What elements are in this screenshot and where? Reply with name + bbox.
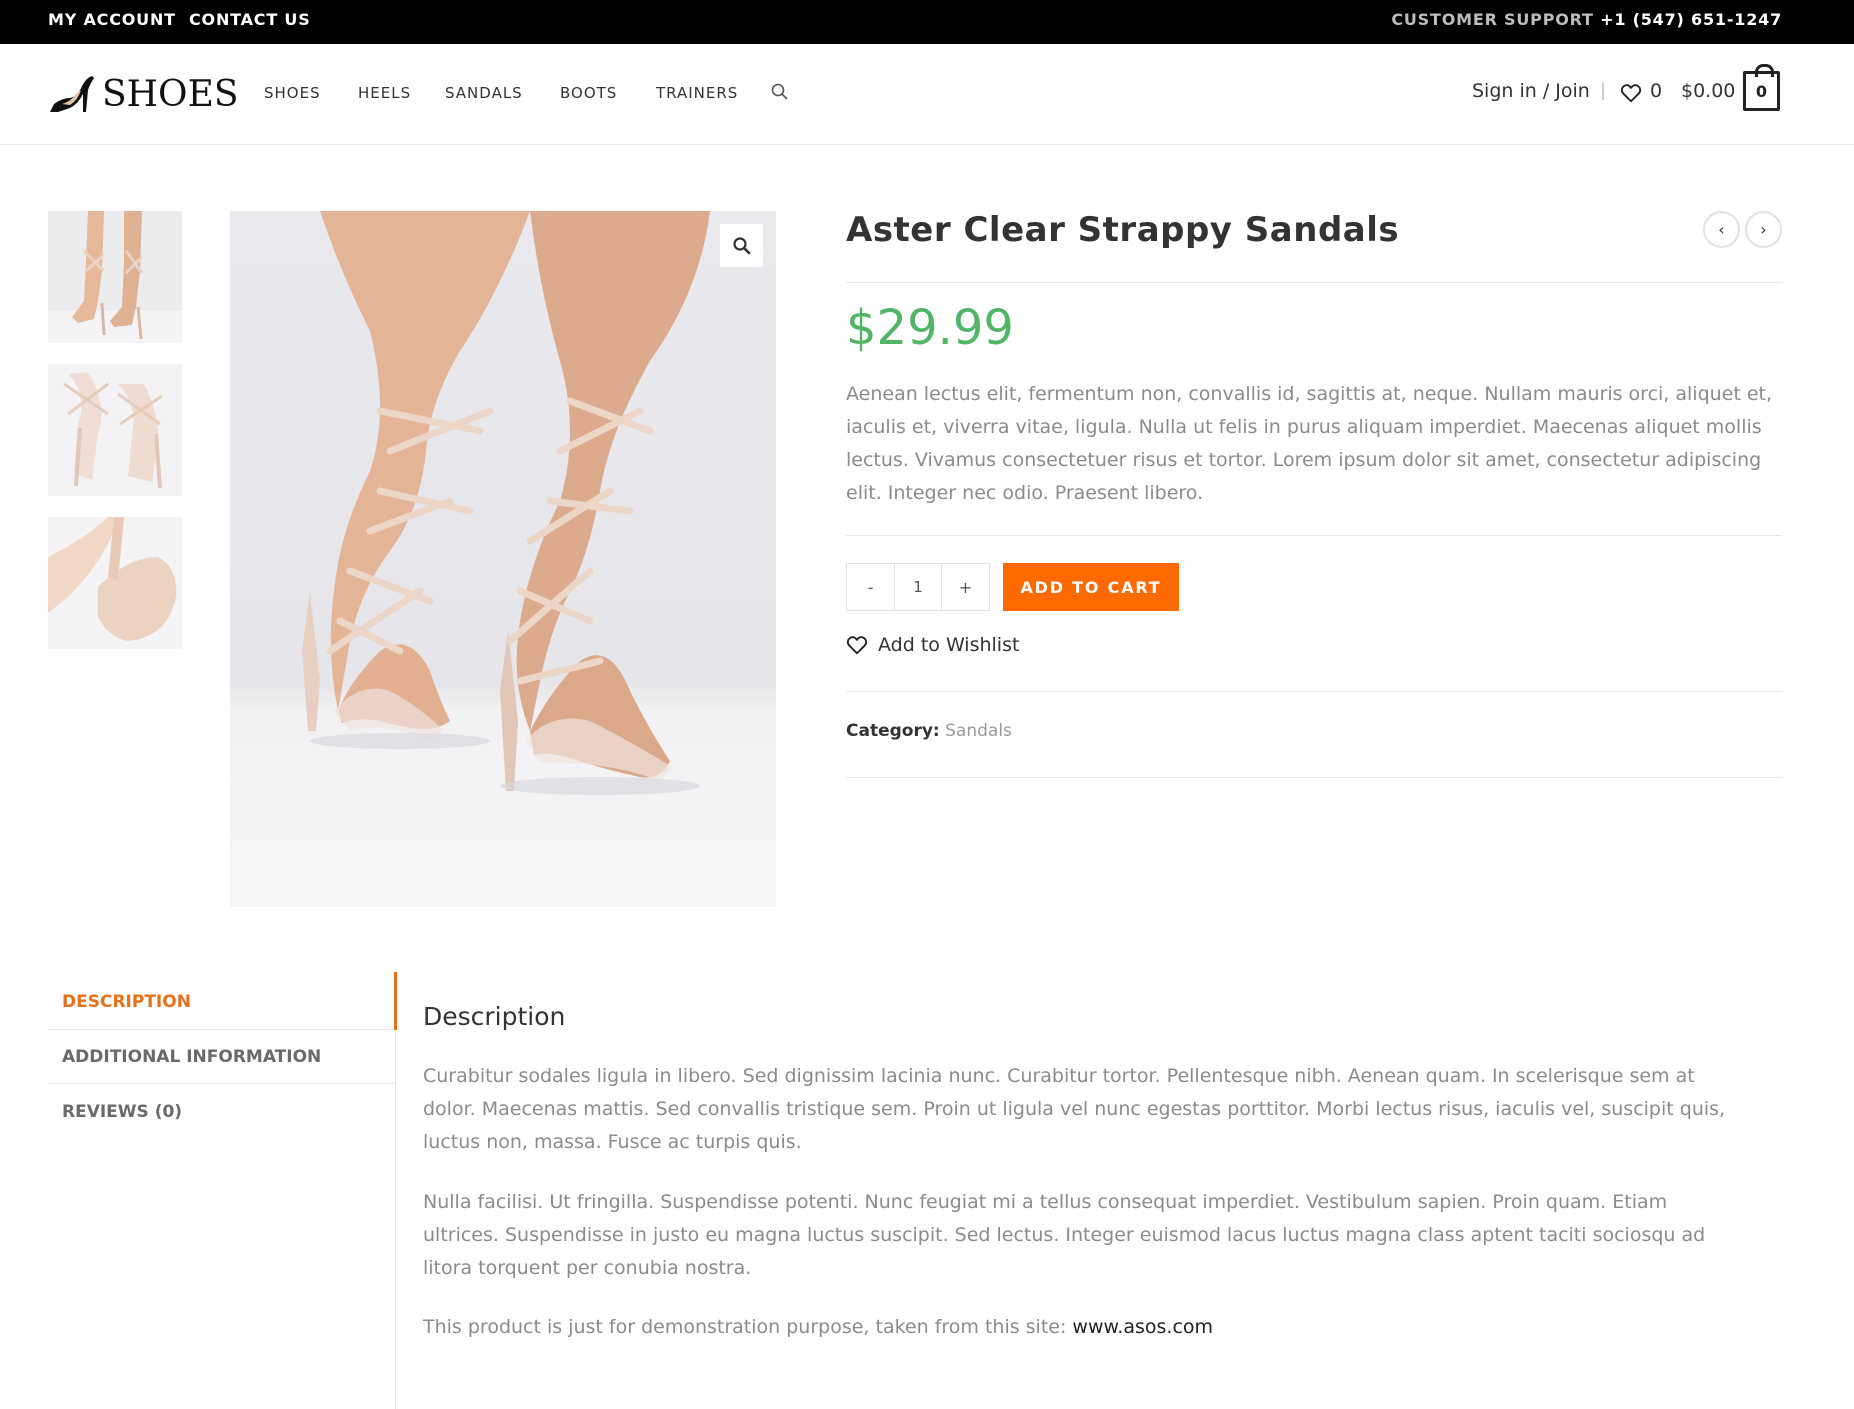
demo-note: This product is just for demonstration p…: [423, 1311, 1743, 1344]
demo-note-text: This product is just for demonstration p…: [423, 1316, 1073, 1338]
header-separator: |: [1600, 80, 1607, 101]
nav-shoes[interactable]: SHOES: [264, 84, 321, 102]
tab-additional-information[interactable]: ADDITIONAL INFORMATION: [48, 1029, 395, 1084]
thumbnail-image-1: [48, 211, 182, 343]
thumbnail-image-2: [48, 364, 182, 496]
divider: [846, 535, 1782, 536]
quantity-decrease-button[interactable]: -: [847, 564, 894, 610]
nav-heels[interactable]: HEELS: [358, 84, 411, 102]
contact-us-link[interactable]: CONTACT US: [189, 10, 311, 29]
product-price: $29.99: [846, 300, 1014, 356]
sandals-photo: [302, 211, 710, 795]
magnifier-icon: [732, 236, 750, 254]
add-to-wishlist-link[interactable]: Add to Wishlist: [846, 634, 1019, 656]
description-paragraph: Nulla facilisi. Ut fringilla. Suspendiss…: [423, 1191, 1706, 1279]
category-link[interactable]: Sandals: [945, 721, 1012, 741]
nav-boots[interactable]: BOOTS: [560, 84, 617, 102]
short-description: Aenean lectus elit, fermentum non, conva…: [846, 383, 1773, 504]
quantity-stepper: - 1 +: [846, 563, 990, 611]
panel-title: Description: [423, 1002, 566, 1031]
divider: [846, 777, 1782, 778]
asos-link[interactable]: www.asos.com: [1072, 1316, 1213, 1338]
divider: [846, 691, 1782, 692]
tab-description[interactable]: DESCRIPTION: [48, 974, 395, 1029]
nav-sandals[interactable]: SANDALS: [445, 84, 523, 102]
tab-reviews[interactable]: REVIEWS (0): [48, 1084, 395, 1139]
cart-total[interactable]: $0.00: [1681, 80, 1735, 102]
site-header: SHOES SHOES HEELS SANDALS BOOTS TRAINERS…: [0, 44, 1854, 145]
category-label: Category:: [846, 721, 940, 741]
nav-trainers[interactable]: TRAINERS: [656, 84, 738, 102]
chevron-right-icon: ›: [1760, 220, 1767, 239]
zoom-button[interactable]: [720, 224, 763, 267]
product-thumbnail-2[interactable]: [48, 364, 182, 496]
product-title: Aster Clear Strappy Sandals: [846, 210, 1400, 250]
quantity-increase-button[interactable]: +: [942, 564, 989, 610]
wishlist-label: Add to Wishlist: [878, 634, 1020, 656]
active-tab-indicator: [394, 972, 397, 1030]
top-bar: MY ACCOUNT CONTACT US CUSTOMER SUPPORT +…: [0, 0, 1854, 44]
previous-product-button[interactable]: ‹: [1703, 211, 1740, 248]
add-to-cart-button[interactable]: ADD TO CART: [1003, 563, 1179, 611]
description-paragraph: Curabitur sodales ligula in libero. Sed …: [423, 1065, 1726, 1153]
thumbnail-image-3: [48, 517, 182, 649]
product-thumbnail-1[interactable]: [48, 211, 182, 343]
support-phone[interactable]: +1 (547) 651-1247: [1600, 10, 1782, 29]
logo-text: SHOES: [102, 73, 239, 115]
product-main-image[interactable]: [230, 211, 776, 907]
tabs-border: [395, 1030, 396, 1409]
next-product-button[interactable]: ›: [1745, 211, 1782, 248]
chevron-left-icon: ‹: [1718, 220, 1725, 239]
quantity-input[interactable]: 1: [894, 564, 942, 610]
heart-icon: [846, 636, 868, 655]
product-thumbnail-3[interactable]: [48, 517, 182, 649]
customer-support: CUSTOMER SUPPORT +1 (547) 651-1247: [1391, 10, 1782, 29]
heart-icon[interactable]: [1620, 82, 1642, 104]
support-label: CUSTOMER SUPPORT: [1391, 10, 1594, 29]
high-heel-logo-icon: [50, 76, 94, 112]
divider: [846, 282, 1782, 283]
cart-bag-icon[interactable]: 0: [1743, 64, 1780, 111]
wishlist-count[interactable]: 0: [1650, 80, 1662, 102]
search-icon[interactable]: [770, 82, 790, 102]
sign-in-link[interactable]: Sign in / Join: [1472, 80, 1590, 102]
product-category: Category: Sandals: [846, 721, 1012, 741]
cart-count: 0: [1755, 81, 1768, 101]
my-account-link[interactable]: MY ACCOUNT: [48, 10, 176, 29]
logo[interactable]: SHOES: [48, 71, 239, 117]
